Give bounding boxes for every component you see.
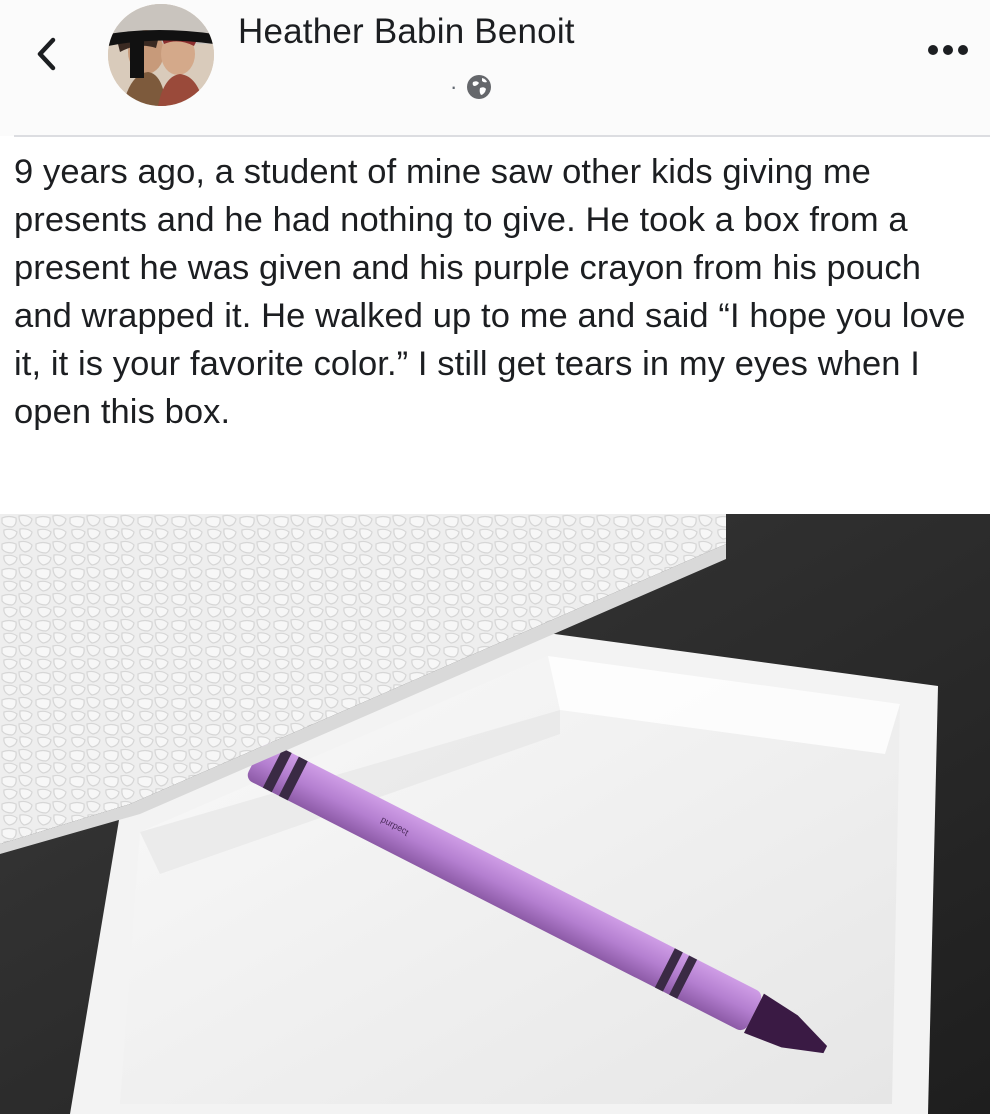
- post-photo[interactable]: ʇɔǝdɹnd: [0, 514, 990, 1114]
- post-header: Heather Babin Benoit ·: [0, 0, 990, 136]
- avatar-photo: [108, 4, 214, 106]
- post-meta: ·: [450, 72, 493, 102]
- avatar[interactable]: [108, 4, 214, 106]
- chevron-left-icon: [37, 37, 56, 71]
- globe-icon: [467, 75, 492, 99]
- author-name[interactable]: Heather Babin Benoit: [238, 12, 575, 52]
- crayon-box-photo: ʇɔǝdɹnd: [0, 514, 990, 1114]
- more-options-button[interactable]: [924, 38, 972, 62]
- post-text: 9 years ago, a student of mine saw other…: [14, 153, 966, 431]
- header-divider: [14, 135, 990, 137]
- meta-separator: ·: [450, 74, 458, 99]
- back-button[interactable]: [28, 32, 64, 76]
- more-horizontal-icon: [928, 45, 968, 55]
